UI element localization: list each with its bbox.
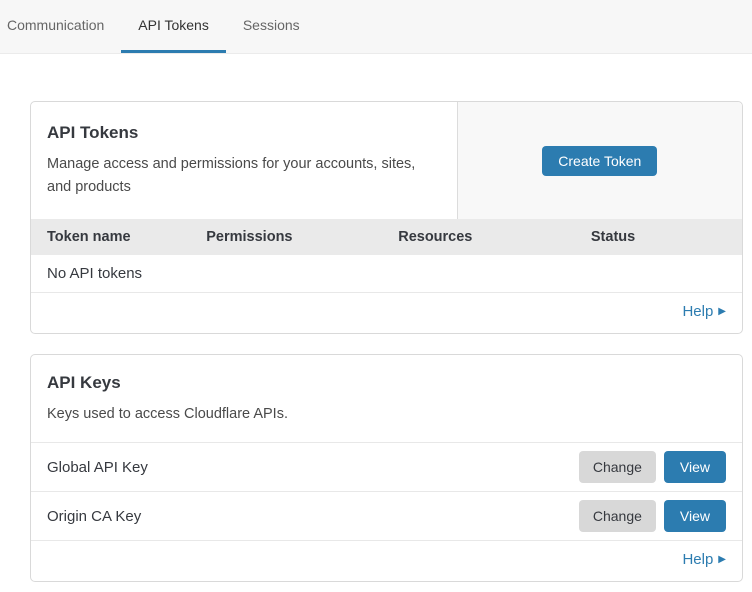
help-arrow-icon: ▶ (718, 554, 726, 565)
api-tokens-table-header-row: Token name Permissions Resources Status (31, 219, 742, 255)
api-keys-description: Keys used to access Cloudflare APIs. (47, 403, 726, 426)
api-keys-card-header: API Keys Keys used to access Cloudflare … (31, 355, 742, 443)
api-tokens-table: Token name Permissions Resources Status … (31, 219, 742, 293)
column-header-token-name: Token name (31, 219, 190, 255)
tab-communication[interactable]: Communication (6, 0, 121, 53)
api-tokens-card-footer: Help ▶ (31, 293, 742, 333)
api-tokens-title: API Tokens (47, 123, 441, 143)
help-arrow-icon: ▶ (718, 306, 726, 317)
api-keys-card-footer: Help ▶ (31, 541, 742, 581)
api-tokens-description: Manage access and permissions for your a… (47, 153, 441, 199)
api-tokens-empty-row: No API tokens (31, 255, 742, 293)
origin-ca-key-view-button[interactable]: View (664, 500, 726, 532)
help-link-label: Help (682, 551, 713, 568)
key-row-origin-ca-key: Origin CA Key Change View (31, 492, 742, 541)
create-token-button[interactable]: Create Token (542, 146, 657, 176)
api-keys-title: API Keys (47, 373, 726, 393)
settings-tabbar: Communication API Tokens Sessions (0, 0, 752, 54)
column-header-status: Status (575, 219, 742, 255)
origin-ca-key-label: Origin CA Key (47, 508, 141, 525)
tab-api-tokens[interactable]: API Tokens (121, 0, 226, 53)
api-tokens-card-header-text: API Tokens Manage access and permissions… (31, 102, 458, 219)
api-tokens-card: API Tokens Manage access and permissions… (30, 101, 743, 334)
api-keys-card: API Keys Keys used to access Cloudflare … (30, 354, 743, 582)
origin-ca-key-change-button[interactable]: Change (579, 500, 656, 532)
api-keys-help-link[interactable]: Help ▶ (682, 551, 726, 568)
global-api-key-actions: Change View (579, 451, 726, 483)
global-api-key-label: Global API Key (47, 459, 148, 476)
origin-ca-key-actions: Change View (579, 500, 726, 532)
no-api-tokens-message: No API tokens (31, 255, 742, 293)
tab-sessions[interactable]: Sessions (226, 0, 317, 53)
api-tokens-card-header-action: Create Token (458, 102, 742, 219)
api-tokens-help-link[interactable]: Help ▶ (682, 303, 726, 320)
global-api-key-change-button[interactable]: Change (579, 451, 656, 483)
column-header-permissions: Permissions (190, 219, 382, 255)
api-tokens-card-header: API Tokens Manage access and permissions… (31, 102, 742, 219)
help-link-label: Help (682, 303, 713, 320)
key-row-global-api-key: Global API Key Change View (31, 443, 742, 492)
column-header-resources: Resources (382, 219, 575, 255)
global-api-key-view-button[interactable]: View (664, 451, 726, 483)
